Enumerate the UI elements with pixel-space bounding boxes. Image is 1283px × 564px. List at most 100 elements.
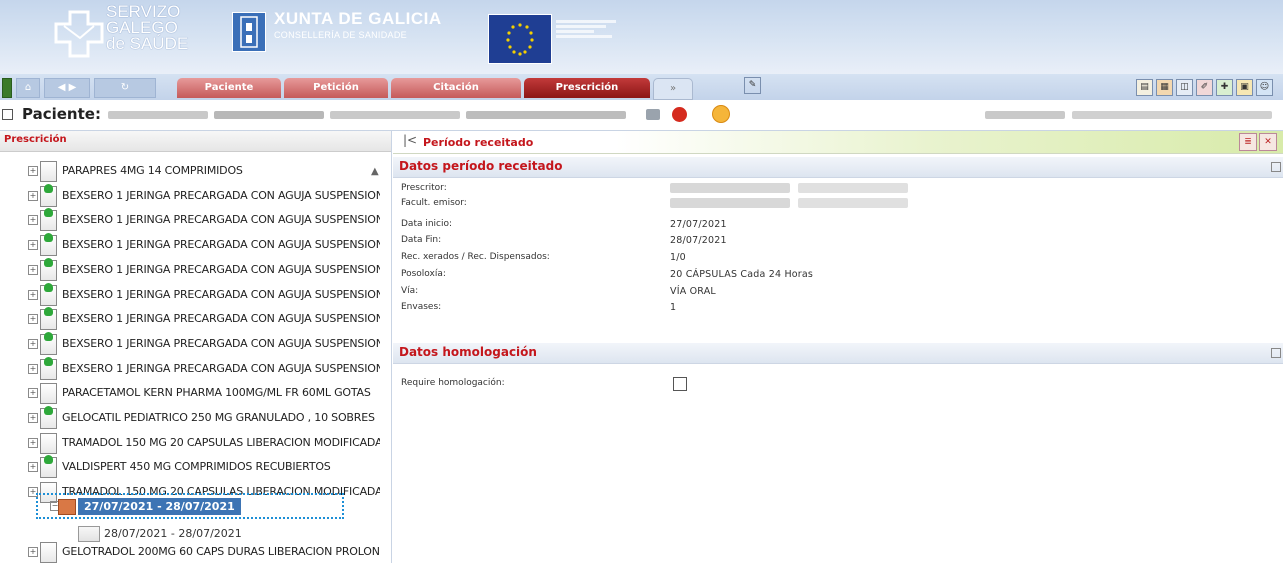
tree-item-label: TRAMADOL 150 MG 20 CAPSULAS LIBERACION M… (62, 435, 380, 449)
expand-icon[interactable]: + (28, 289, 38, 300)
tab-citacion-label: Citación (433, 82, 479, 93)
history-button[interactable]: ↻ (94, 78, 156, 98)
document-icon (40, 161, 57, 182)
tree-row[interactable]: + VALDISPERT 450 MG COMPRIMIDOS RECUBIERT… (0, 455, 385, 479)
document-green-icon (40, 307, 57, 331)
document-icon (40, 432, 57, 454)
sub-period-label[interactable]: 28/07/2021 - 28/07/2021 (104, 527, 242, 540)
scroll-up-icon[interactable]: ▲ (371, 166, 379, 177)
expand-icon[interactable]: + (28, 314, 38, 325)
close-icon[interactable]: ✕ (1259, 133, 1277, 151)
selected-period-label[interactable]: 27/07/2021 - 28/07/2021 (78, 498, 241, 515)
tree-row[interactable]: + BEXSERO 1 JERINGA PRECARGADA CON AGUJA … (0, 356, 385, 381)
toolbar-icon-4[interactable]: ✐ (1196, 79, 1213, 96)
expand-icon[interactable]: + (28, 547, 38, 557)
tree-item-label: VALDISPERT 450 MG COMPRIMIDOS RECUBIERTO… (62, 460, 331, 474)
patient-id-redacted (330, 111, 460, 119)
document-green-icon (40, 331, 57, 355)
menu-grip-icon[interactable] (2, 78, 12, 98)
collapse-panel-button[interactable]: |< (403, 133, 417, 147)
patient-card-icon[interactable] (646, 109, 660, 120)
tab-peticion[interactable]: Petición (284, 78, 388, 98)
expand-icon[interactable]: + (28, 388, 38, 399)
tree-item-label: BEXSERO 1 JERINGA PRECARGADA CON AGUJA S… (62, 188, 380, 202)
expand-icon[interactable]: + (28, 413, 38, 423)
expand-icon[interactable]: + (28, 264, 38, 275)
expand-icon[interactable]: + (28, 166, 38, 176)
section-homologation-header: Datos homologación (393, 343, 1283, 364)
toolbar-icon-6[interactable]: ▣ (1236, 79, 1253, 96)
tree-item-label: BEXSERO 1 JERINGA PRECARGADA CON AGUJA S… (62, 287, 380, 301)
homologation-checkbox[interactable] (673, 377, 687, 391)
tree-item-label: GELOTRADOL 200MG 60 CAPS DURAS LIBERACIO… (62, 545, 380, 558)
expand-icon[interactable]: + (28, 462, 38, 473)
notes-icon[interactable]: ✎ (744, 77, 761, 94)
tree-row[interactable]: + TRAMADOL 150 MG 20 CAPSULAS LIBERACION … (0, 431, 385, 455)
app-header: SERVIZO GALEGO de SAÚDE XUNTA DE GALICIA… (0, 0, 1283, 74)
home-button[interactable]: ⌂ (16, 78, 40, 98)
tree-row[interactable]: + BEXSERO 1 JERINGA PRECARGADA CON AGUJA … (0, 208, 385, 232)
tree-item-label: PARAPRES 4MG 14 COMPRIMIDOS (62, 164, 243, 177)
expand-icon[interactable]: + (28, 240, 38, 251)
expand-icon[interactable]: + (28, 437, 38, 448)
field-label: Prescritor: (401, 183, 447, 193)
expand-icon[interactable]: + (28, 215, 38, 226)
field-label: Rec. xerados / Rec. Dispensados: (401, 252, 550, 262)
warning-icon[interactable] (712, 105, 730, 123)
tree-row[interactable]: + PARAPRES 4MG 14 COMPRIMIDOS (0, 159, 385, 183)
expand-icon[interactable]: + (28, 190, 38, 201)
toolbar-icon-2[interactable]: ▦ (1156, 79, 1173, 96)
document-green-icon (40, 282, 57, 306)
allergy-alert-icon[interactable] (672, 107, 687, 122)
section-period-title: Datos período receitado (399, 159, 563, 173)
expand-icon[interactable]: + (28, 338, 38, 349)
period-detail-panel: |< Período receitado ≣ ✕ Datos período r… (393, 131, 1283, 563)
toolbar-icon-3[interactable]: ◫ (1176, 79, 1193, 96)
document-green-icon (40, 233, 57, 257)
field-value: 27/07/2021 (670, 219, 727, 230)
tree-panel-title: Prescrición (4, 134, 67, 145)
tree-item-label: BEXSERO 1 JERINGA PRECARGADA CON AGUJA S… (62, 262, 380, 276)
document-icon (40, 542, 57, 563)
patient-checkbox[interactable] (2, 109, 13, 120)
tree-row[interactable]: + BEXSERO 1 JERINGA PRECARGADA CON AGUJA … (0, 282, 385, 307)
tree-row[interactable]: + BEXSERO 1 JERINGA PRECARGADA CON AGUJA … (0, 183, 385, 208)
section-toggle-icon[interactable] (1271, 162, 1281, 172)
tab-peticion-label: Petición (313, 82, 359, 93)
tree-row[interactable]: + BEXSERO 1 JERINGA PRECARGADA CON AGUJA … (0, 307, 385, 331)
period-detail-title: Período receitado (423, 136, 534, 149)
document-green-icon (40, 208, 57, 232)
field-value-redacted (798, 198, 908, 208)
tab-prescricion-label: Prescrición (555, 82, 619, 93)
toolbar-icon-5[interactable]: ✚ (1216, 79, 1233, 96)
calendar-icon (58, 499, 76, 515)
section-toggle-icon[interactable] (1271, 348, 1281, 358)
toolbar-icon-7[interactable]: ☺ (1256, 79, 1273, 96)
field-value: 1 (670, 302, 677, 313)
tab-prescricion[interactable]: Prescrición (524, 78, 650, 98)
tree-row[interactable]: + GELOCATIL PEDIATRICO 250 MG GRANULADO ,… (0, 406, 385, 430)
field-value-redacted (798, 183, 908, 193)
sergas-logo-icon (54, 10, 104, 58)
selected-period-row[interactable]: − 27/07/2021 - 28/07/2021 (36, 493, 346, 520)
center-info-redacted (1072, 111, 1272, 119)
field-value-redacted (670, 183, 790, 193)
nav-bar: ⌂ ◀ ▶ ↻ Paciente Petición Citación Presc… (0, 74, 1283, 100)
tree-row[interactable]: + BEXSERO 1 JERINGA PRECARGADA CON AGUJA … (0, 233, 385, 257)
tree-item-label: BEXSERO 1 JERINGA PRECARGADA CON AGUJA S… (62, 213, 380, 227)
document-icon (40, 383, 57, 405)
tree-row[interactable]: + BEXSERO 1 JERINGA PRECARGADA CON AGUJA … (0, 257, 385, 282)
toolbar-icon-1[interactable]: ▤ (1136, 79, 1153, 96)
tree-row[interactable]: + BEXSERO 1 JERINGA PRECARGADA CON AGUJA … (0, 331, 385, 356)
tab-more[interactable]: » (653, 78, 693, 100)
center-info-redacted (985, 111, 1065, 119)
tree-row-last[interactable]: + GELOTRADOL 200MG 60 CAPS DURAS LIBERAC… (0, 540, 385, 564)
tree-row[interactable]: + PARACETAMOL KERN PHARMA 100MG/ML FR 60M… (0, 381, 385, 405)
back-forward-button[interactable]: ◀ ▶ (44, 78, 90, 98)
tree-panel-header: Prescrición (0, 131, 391, 152)
patient-bar: Paciente: (0, 100, 1283, 131)
tab-citacion[interactable]: Citación (391, 78, 521, 98)
tab-paciente[interactable]: Paciente (177, 78, 281, 98)
print-icon[interactable]: ≣ (1239, 133, 1257, 151)
expand-icon[interactable]: + (28, 363, 38, 374)
